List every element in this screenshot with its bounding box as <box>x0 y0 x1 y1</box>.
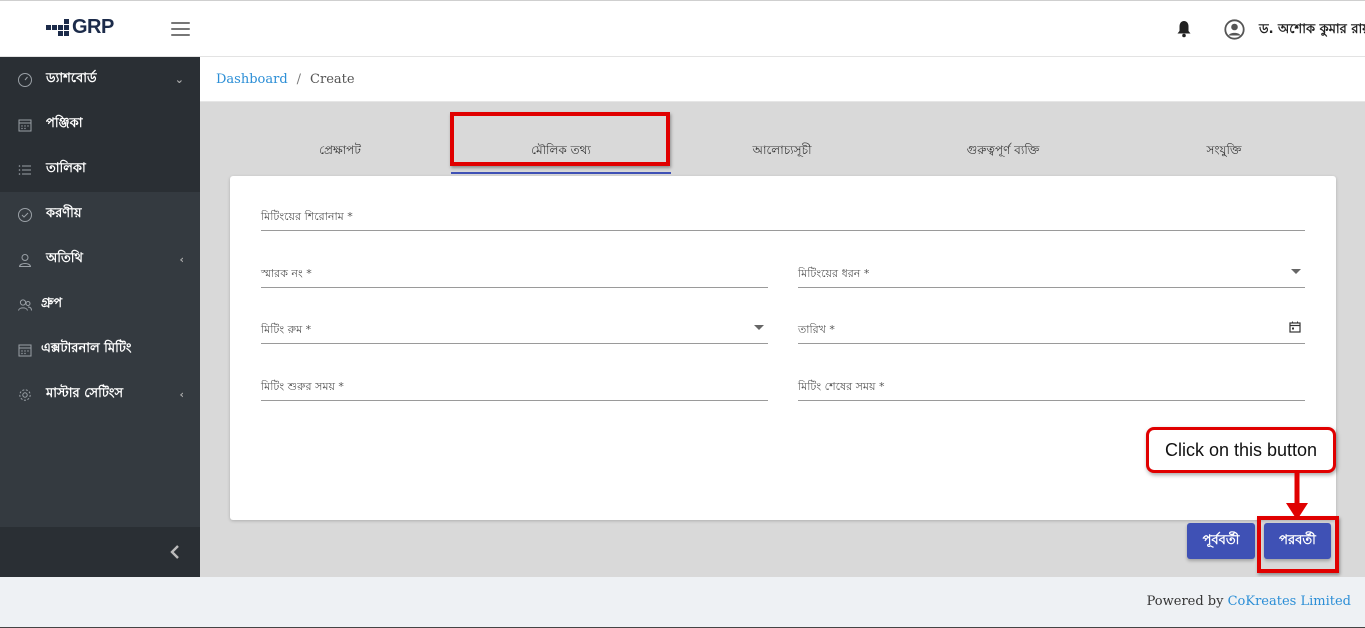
previous-button[interactable]: পূর্ববর্তী <box>1187 523 1255 559</box>
date-label: তারিখ * <box>798 323 835 336</box>
start-time-field[interactable]: মিটিং শুরুর সময় * <box>261 371 768 401</box>
gear-icon <box>19 388 31 401</box>
arrow-down-icon <box>1286 473 1308 520</box>
calendar-icon[interactable] <box>1289 321 1301 333</box>
list-icon <box>18 164 31 175</box>
speedometer-icon <box>18 72 32 87</box>
logo-mark-icon <box>46 19 69 36</box>
memo-no-label: স্মারক নং * <box>261 267 312 280</box>
calendar-icon <box>18 119 32 131</box>
user-name[interactable]: ড. অশোক কুমার রায় <box>1259 20 1365 41</box>
footer-credit: Powered by CoKreates Limited <box>1147 594 1351 609</box>
meeting-title-field[interactable]: মিটিংয়ের শিরোনাম * <box>261 201 1305 231</box>
sidebar-collapse-bar <box>0 527 200 577</box>
main-content: প্রেক্ষাপট মৌলিক তথ্য আলোচ্যসূচী গুরুত্ব… <box>200 102 1365 577</box>
meeting-type-label: মিটিংয়ের ধরন * <box>798 267 870 280</box>
tab-basic-info[interactable]: মৌলিক তথ্য <box>451 132 671 174</box>
sidebar-item-master-settings[interactable]: মাস্টার সেটিংস ‹ <box>0 372 200 417</box>
end-time-field[interactable]: মিটিং শেষের সময় * <box>798 371 1305 401</box>
tab-important-persons[interactable]: গুরুত্বপূর্ণ ব্যক্তি <box>893 132 1113 174</box>
meeting-room-select[interactable]: মিটিং রুম * <box>261 314 768 344</box>
chevron-down-icon: ⌄ <box>174 73 184 86</box>
sidebar-item-guests[interactable]: অতিথি ‹ <box>0 237 200 282</box>
chevron-left-icon[interactable] <box>168 543 182 561</box>
meeting-type-select[interactable]: মিটিংয়ের ধরন * <box>798 258 1305 288</box>
memo-no-field[interactable]: স্মারক নং * <box>261 258 768 288</box>
breadcrumb-separator: / <box>296 71 302 87</box>
user-icon <box>18 253 32 267</box>
start-time-label: মিটিং শুরুর সময় * <box>261 380 344 393</box>
sidebar-item-label: এক্সটারনাল মিটিং <box>41 341 132 356</box>
sidebar-item-label: ড্যাশবোর্ড <box>46 71 97 86</box>
sidebar-item-group[interactable]: গ্রুপ <box>0 282 200 327</box>
app-logo[interactable]: GRP <box>46 16 114 39</box>
sidebar-item-label: করণীয় <box>46 206 82 221</box>
end-time-label: মিটিং শেষের সময় * <box>798 380 885 393</box>
instruction-callout: Click on this button <box>1146 427 1336 473</box>
sidebar-item-label: গ্রুপ <box>41 296 63 311</box>
company-link[interactable]: CoKreates Limited <box>1228 594 1351 609</box>
caret-down-icon <box>754 325 764 330</box>
chevron-left-icon: ‹ <box>179 388 184 401</box>
top-navbar: GRP ড. অশোক কুমার রায় <box>0 0 1365 57</box>
calendar-icon <box>18 344 32 356</box>
breadcrumb-current: Create <box>310 71 355 87</box>
chevron-left-icon: ‹ <box>179 253 184 266</box>
bell-icon[interactable] <box>1176 20 1192 38</box>
sidebar-item-list[interactable]: তালিকা <box>0 147 200 192</box>
sidebar-item-todo[interactable]: করণীয় <box>0 192 200 237</box>
sidebar-item-external-meeting[interactable]: এক্সটারনাল মিটিং <box>0 327 200 372</box>
hamburger-menu-icon[interactable] <box>171 22 190 37</box>
user-avatar-icon[interactable] <box>1224 19 1245 40</box>
sidebar: ড্যাশবোর্ড ⌄ পঞ্জিকা তালিকা করণীয় অতিথি… <box>0 57 200 577</box>
tab-attachments[interactable]: সংযুক্তি <box>1114 132 1334 174</box>
sidebar-item-label: পঞ্জিকা <box>46 116 83 131</box>
sidebar-item-label: অতিথি <box>46 251 83 266</box>
meeting-title-label: মিটিংয়ের শিরোনাম * <box>261 210 353 223</box>
footer: Powered by CoKreates Limited <box>0 577 1365 628</box>
next-button[interactable]: পরবর্তী <box>1264 523 1331 559</box>
powered-by-text: Powered by <box>1146 594 1228 609</box>
logo-text: GRP <box>72 16 114 38</box>
meeting-room-label: মিটিং রুম * <box>261 323 312 336</box>
date-field[interactable]: তারিখ * <box>798 314 1305 344</box>
sidebar-item-label: তালিকা <box>46 161 86 176</box>
caret-down-icon <box>1291 269 1301 274</box>
tab-agenda[interactable]: আলোচ্যসূচী <box>672 132 892 174</box>
breadcrumb-dashboard-link[interactable]: Dashboard <box>216 72 288 87</box>
group-icon <box>18 298 32 311</box>
breadcrumb: Dashboard / Create <box>200 57 1365 102</box>
sidebar-item-label: মাস্টার সেটিংস <box>46 386 124 401</box>
check-circle-icon <box>18 207 32 222</box>
tab-background[interactable]: প্রেক্ষাপট <box>230 132 450 174</box>
sidebar-item-calendar[interactable]: পঞ্জিকা <box>0 102 200 147</box>
sidebar-item-dashboard[interactable]: ড্যাশবোর্ড ⌄ <box>0 57 200 102</box>
